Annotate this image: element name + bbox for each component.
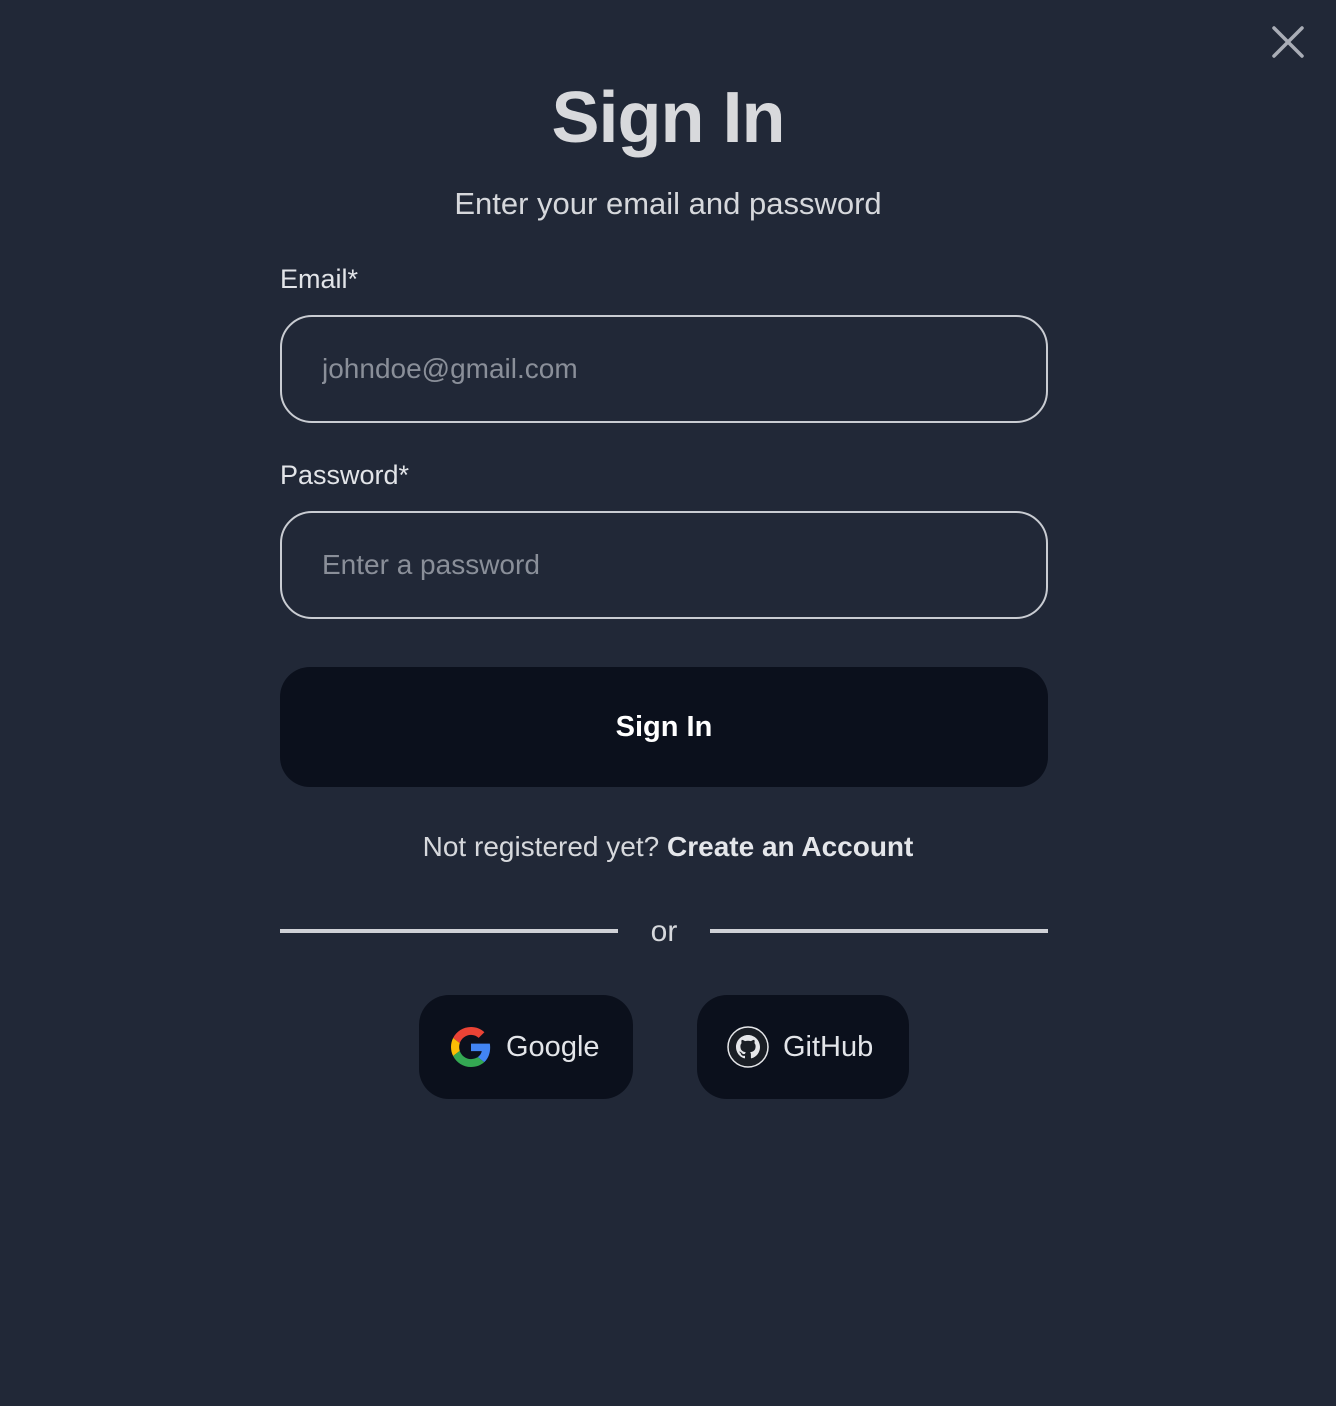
- register-prompt: Not registered yet? Create an Account: [0, 829, 1336, 865]
- divider-text: or: [650, 915, 678, 948]
- github-button[interactable]: GitHub: [697, 995, 909, 1099]
- register-prompt-text: Not registered yet?: [422, 831, 660, 862]
- create-account-link[interactable]: Create an Account: [667, 831, 913, 862]
- github-icon: [727, 1026, 769, 1068]
- google-label: Google: [506, 1030, 600, 1063]
- page-title: Sign In: [551, 78, 786, 158]
- close-button[interactable]: [1268, 22, 1308, 62]
- divider-left: [280, 929, 618, 933]
- password-field[interactable]: [280, 511, 1048, 619]
- github-label: GitHub: [783, 1030, 874, 1063]
- close-icon: [1272, 26, 1304, 58]
- password-label: Password*: [280, 460, 410, 490]
- sign-in-modal: Sign In Enter your email and password Em…: [0, 0, 1336, 1406]
- google-button[interactable]: Google: [419, 995, 633, 1099]
- google-icon: [450, 1026, 492, 1068]
- email-field[interactable]: [280, 315, 1048, 423]
- divider-right: [710, 929, 1048, 933]
- sign-in-button[interactable]: Sign In: [280, 667, 1048, 787]
- page-subtitle: Enter your email and password: [454, 186, 882, 221]
- email-label: Email*: [280, 264, 359, 294]
